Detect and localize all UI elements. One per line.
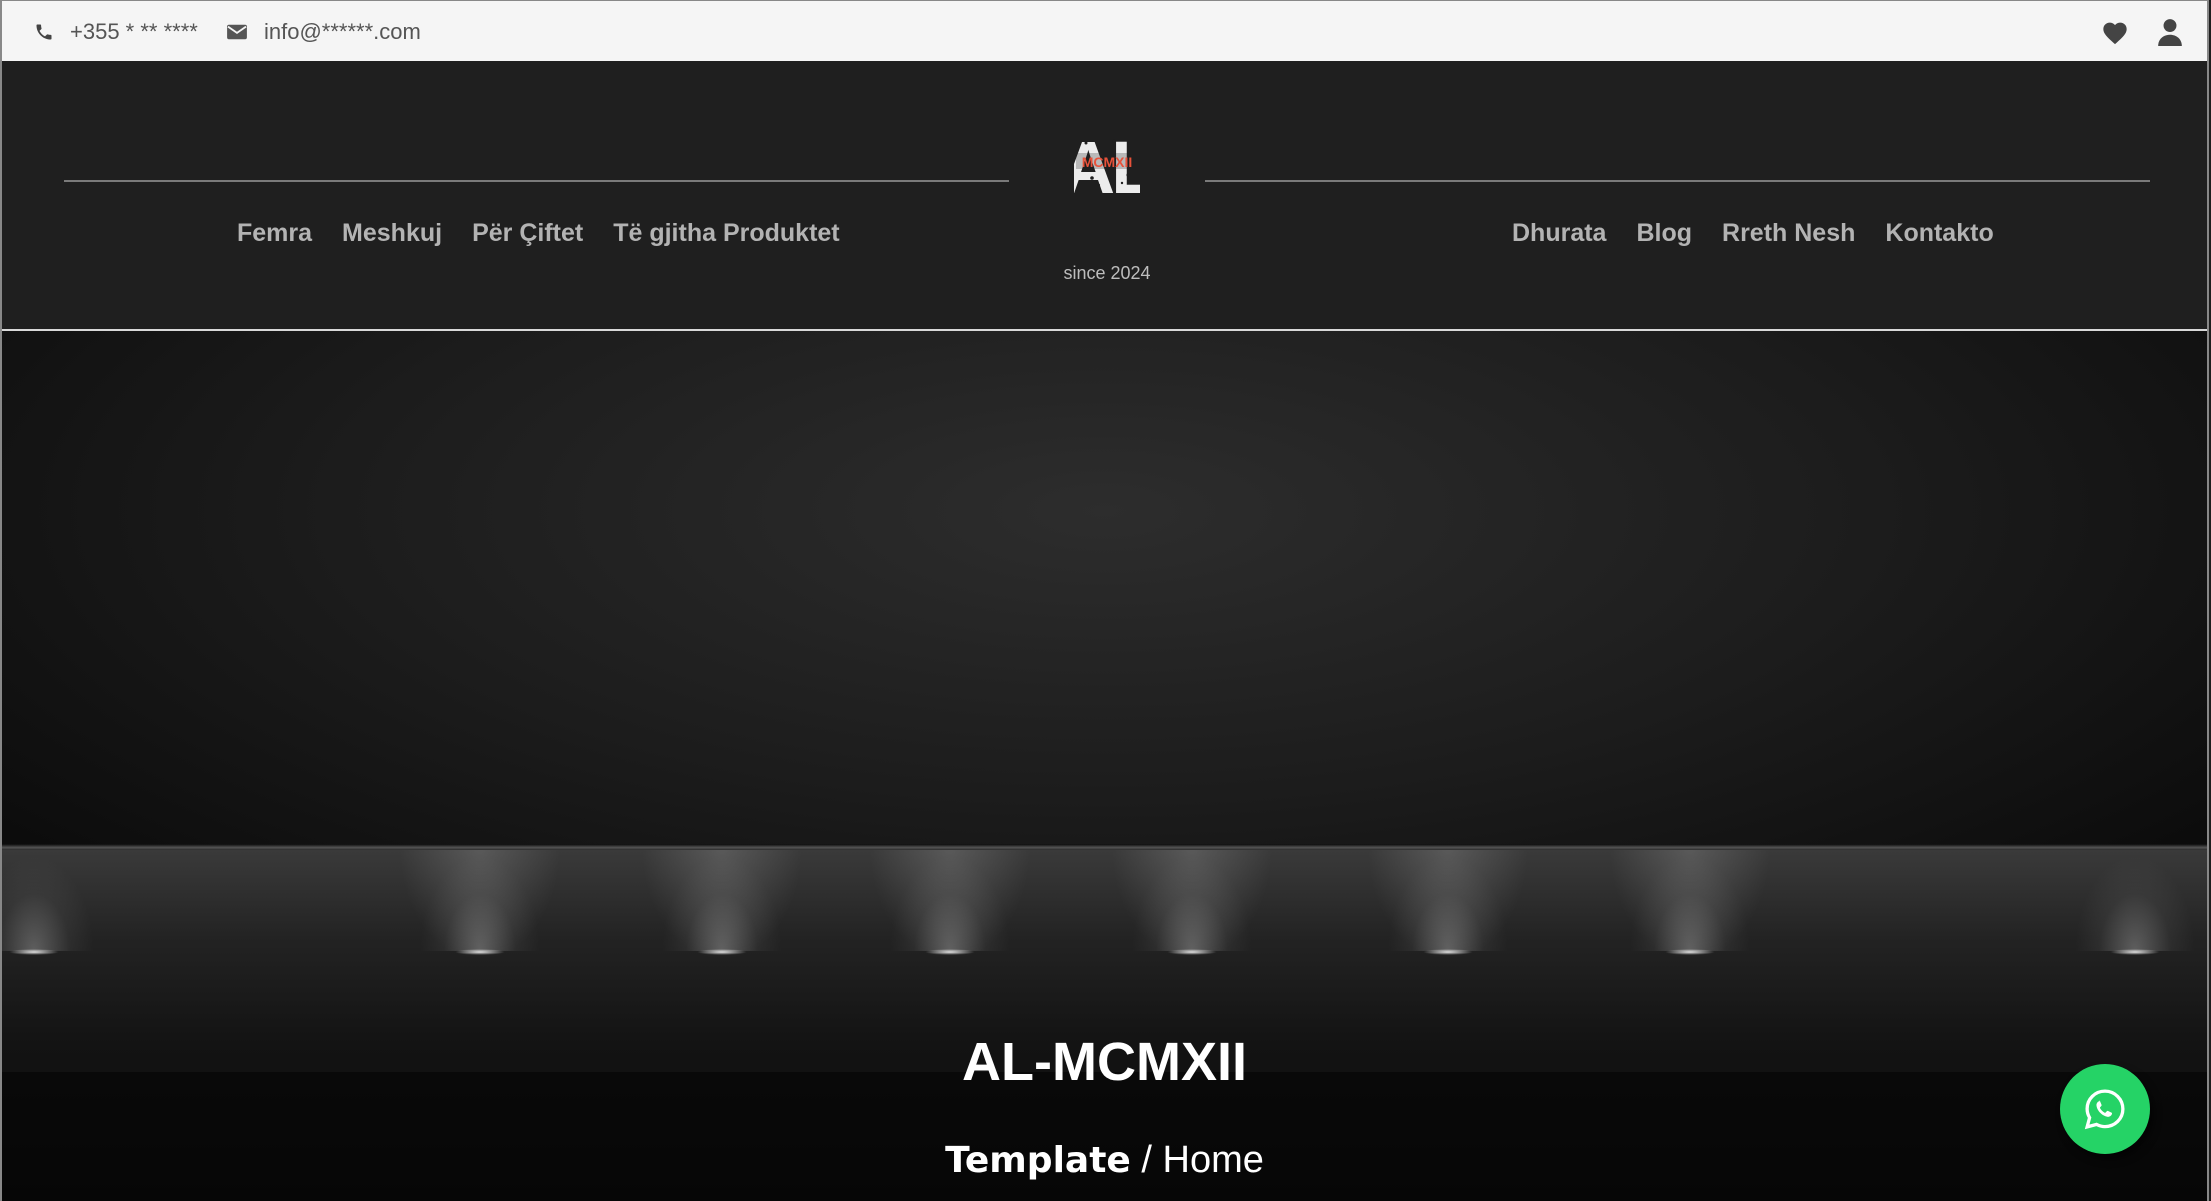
breadcrumb: Template / Home — [2, 1139, 2207, 1182]
phone-number: +355 * ** **** — [70, 18, 198, 44]
nav-item-blog[interactable]: Blog — [1636, 219, 1692, 248]
page: +355 * ** **** info@******.com Femra Mes… — [0, 0, 2209, 1201]
site-logo[interactable]: AL MCMXII — [1062, 123, 1158, 209]
email-contact[interactable]: info@******.com — [226, 1, 421, 62]
nav-item-meshkuj[interactable]: Meshkuj — [342, 219, 442, 248]
floor-glow — [850, 850, 1050, 980]
logo-mcmxii: MCMXII — [1082, 154, 1133, 170]
divider-left — [64, 180, 1009, 182]
envelope-icon — [227, 24, 247, 39]
heart-icon[interactable] — [2101, 19, 2129, 45]
hero-wall — [2, 331, 2207, 846]
floor-glow — [380, 850, 580, 980]
nav-item-rreth-nesh[interactable]: Rreth Nesh — [1722, 219, 1855, 248]
spotlight — [2, 761, 119, 955]
nav-item-kontakto[interactable]: Kontakto — [1885, 219, 1993, 248]
nav-item-per-ciftet[interactable]: Për Çiftet — [472, 219, 583, 248]
top-bar: +355 * ** **** info@******.com — [2, 0, 2207, 61]
site-header: Femra Meshkuj Për Çiftet Të gjitha Produ… — [2, 61, 2207, 331]
whatsapp-icon — [2084, 1089, 2125, 1130]
breadcrumb-home-link[interactable]: Home — [1163, 1139, 1264, 1181]
floor-glow — [1348, 850, 1548, 980]
nav-right: Dhurata Blog Rreth Nesh Kontakto — [1512, 219, 1994, 248]
user-icon[interactable] — [2157, 18, 2183, 46]
whatsapp-button[interactable] — [2060, 1064, 2150, 1154]
breadcrumb-separator: / — [1130, 1139, 1163, 1181]
floor-glow — [1092, 850, 1292, 980]
since-label: since 2024 — [1063, 263, 1151, 283]
breadcrumb-current: Template — [945, 1140, 1131, 1181]
nav-left: Femra Meshkuj Për Çiftet Të gjitha Produ… — [237, 219, 840, 248]
nav-item-te-gjitha-produktet[interactable]: Të gjitha Produktet — [613, 219, 839, 248]
nav-item-femra[interactable]: Femra — [237, 219, 312, 248]
spotlight — [2050, 761, 2207, 955]
floor-glow — [1590, 850, 1790, 980]
divider-right — [1205, 180, 2150, 182]
phone-icon — [36, 24, 52, 39]
hero-banner: AL-MCMXII Template / Home — [2, 331, 2207, 1201]
email-address: info@******.com — [264, 18, 421, 44]
phone-contact[interactable]: +355 * ** **** — [34, 1, 198, 62]
floor-glow — [622, 850, 822, 980]
hero-title: AL-MCMXII — [962, 1032, 1247, 1092]
nav-item-dhurata[interactable]: Dhurata — [1512, 219, 1606, 248]
